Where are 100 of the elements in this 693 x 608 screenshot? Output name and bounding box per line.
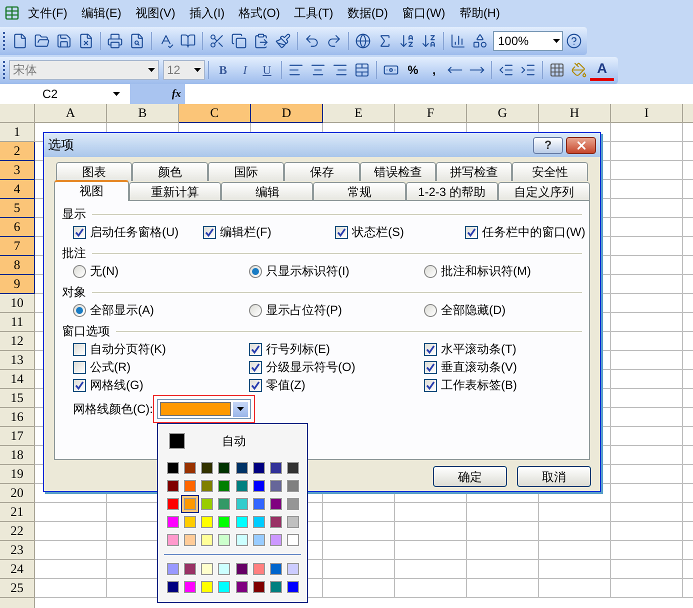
checkbox[interactable] [424,378,437,392]
color-swatch[interactable] [184,462,196,474]
row-header[interactable]: 8 [0,256,35,275]
color-swatch[interactable] [218,563,230,575]
help-button[interactable]: ? [533,136,563,154]
color-swatch[interactable] [252,498,265,510]
row-header[interactable]: 6 [0,218,35,237]
checkbox[interactable] [73,226,86,238]
radio-button[interactable] [249,304,262,316]
row-header[interactable]: 23 [0,541,35,560]
color-swatch[interactable] [201,462,214,474]
color-swatch[interactable] [167,563,179,575]
checkbox[interactable] [465,226,478,238]
spreadsheet-cell[interactable] [395,522,467,541]
spreadsheet-cell[interactable] [539,541,611,560]
color-swatch[interactable] [236,563,248,575]
row-header[interactable]: 7 [0,237,35,256]
spreadsheet-cell[interactable] [611,237,683,256]
spreadsheet-cell[interactable] [323,560,395,579]
spreadsheet-cell[interactable] [467,541,539,560]
checkbox[interactable] [249,360,262,374]
tab[interactable]: 图表 [56,162,132,181]
spreadsheet-cell[interactable] [611,142,683,161]
bold-button[interactable]: B [212,61,234,79]
spreadsheet-cell[interactable] [611,503,683,522]
row-header[interactable]: 21 [0,503,35,522]
color-swatch[interactable] [184,534,196,546]
color-swatch[interactable] [236,516,248,528]
spreadsheet-cell[interactable] [611,332,683,351]
color-swatch[interactable] [167,480,179,492]
spreadsheet-cell[interactable] [611,370,683,389]
color-swatch[interactable] [184,480,196,492]
font-size-combo[interactable]: 12 [163,60,205,80]
color-swatch[interactable] [201,581,214,593]
row-header[interactable]: 9 [0,275,35,294]
tab[interactable]: 自定义序列 [498,182,590,200]
dialog-button[interactable]: 确定 [433,466,507,487]
color-swatch[interactable] [218,534,230,546]
menu-item[interactable]: 数据(D) [341,4,394,22]
color-swatch[interactable] [236,498,248,510]
color-swatch[interactable] [184,563,196,575]
font-color-button[interactable]: A [590,59,614,81]
color-swatch[interactable] [270,534,282,546]
color-swatch[interactable] [286,498,299,510]
spreadsheet-cell[interactable] [35,579,107,598]
color-swatch[interactable] [236,534,248,546]
column-header[interactable]: B [107,104,179,123]
checkbox[interactable] [424,360,437,374]
spreadsheet-cell[interactable] [611,446,683,465]
checkbox[interactable] [73,378,86,392]
checkbox[interactable] [73,360,86,374]
column-header[interactable]: I [611,104,683,123]
spreadsheet-cell[interactable] [611,180,683,199]
spreadsheet-cell[interactable] [611,351,683,370]
radio-button[interactable] [73,264,86,278]
tab[interactable]: 国际 [208,162,284,181]
row-header[interactable]: 22 [0,522,35,541]
spreadsheet-cell[interactable] [467,522,539,541]
spreadsheet-cell[interactable] [611,161,683,180]
tab[interactable]: 拼写检查 [436,162,512,181]
underline-button[interactable]: U [256,61,278,79]
color-swatch[interactable] [167,462,179,474]
color-swatch[interactable] [167,581,179,593]
spreadsheet-cell[interactable] [611,408,683,427]
color-swatch[interactable] [252,534,265,546]
menu-item[interactable]: 工具(T) [288,4,340,22]
spreadsheet-cell[interactable] [611,579,683,598]
row-header[interactable]: 20 [0,484,35,503]
spreadsheet-cell[interactable] [395,503,467,522]
spreadsheet-cell[interactable] [539,503,611,522]
color-swatch[interactable] [286,534,299,546]
row-header[interactable]: 11 [0,313,35,332]
radio-button[interactable] [73,304,86,316]
spreadsheet-cell[interactable] [539,522,611,541]
color-swatch[interactable] [286,462,299,474]
column-header[interactable]: G [467,104,539,123]
row-header[interactable]: 12 [0,332,35,351]
column-header[interactable]: H [539,104,611,123]
row-header[interactable]: 19 [0,465,35,484]
menu-item[interactable]: 文件(F) [22,4,74,22]
spreadsheet-cell[interactable] [611,218,683,237]
spreadsheet-cell[interactable] [611,560,683,579]
spreadsheet-cell[interactable] [467,503,539,522]
checkbox[interactable] [203,226,216,238]
row-header[interactable]: 16 [0,408,35,427]
row-header[interactable]: 5 [0,199,35,218]
spreadsheet-cell[interactable] [323,503,395,522]
italic-button[interactable]: I [234,61,256,79]
font-combo[interactable]: 宋体 [9,60,159,80]
spreadsheet-cell[interactable] [611,313,683,332]
zoom-combo[interactable]: 100% [493,31,563,51]
spreadsheet-cell[interactable] [35,503,107,522]
menu-item[interactable]: 帮助(H) [453,4,506,22]
radio-button[interactable] [424,264,437,278]
spreadsheet-cell[interactable] [467,579,539,598]
row-header[interactable]: 15 [0,389,35,408]
checkbox[interactable] [249,378,262,392]
dialog-button[interactable]: 取消 [517,466,591,487]
tab[interactable]: 1-2-3 的帮助 [406,182,498,200]
close-button[interactable] [566,136,596,154]
